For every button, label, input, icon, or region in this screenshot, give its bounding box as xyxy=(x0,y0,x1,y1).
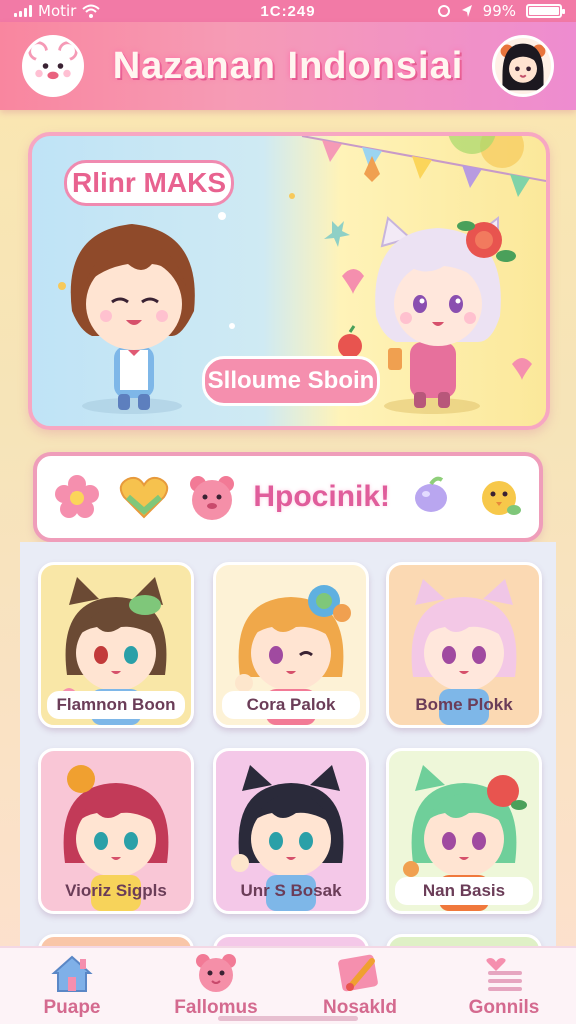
nav-label: Puape xyxy=(43,997,101,1018)
alarm-icon xyxy=(437,5,450,17)
wifi-icon xyxy=(82,4,101,18)
bear-face-icon[interactable] xyxy=(186,471,238,523)
category-bar: Hpocinik! xyxy=(33,452,543,542)
bottom-nav: Puape Fallomus Nosakld Gonnils xyxy=(0,946,576,1024)
app-title: Nazanan Indonsiai xyxy=(112,44,464,87)
nav-label: Gonnils xyxy=(468,997,540,1018)
nav-item-home[interactable]: Puape xyxy=(12,953,132,1019)
character-card[interactable]: Cora Palok xyxy=(213,562,369,728)
bear-avatar-icon[interactable] xyxy=(22,35,84,97)
category-title: Hpocinik! xyxy=(253,480,391,513)
flower-icon[interactable] xyxy=(51,471,103,523)
character-name: Flamnon Boon xyxy=(47,691,185,719)
banner-cta-bubble[interactable]: Slloume Sboin xyxy=(202,356,380,406)
character-grid: Flamnon Boon Cora Palok Bome Plokk Viori… xyxy=(20,542,556,974)
signal-icon xyxy=(14,5,32,17)
character-name: Cora Palok xyxy=(222,691,360,719)
character-name: Bome Plokk xyxy=(415,695,513,714)
bear-face-icon xyxy=(196,954,236,992)
character-name: Vioriz Sigpls xyxy=(65,881,167,900)
battery-icon xyxy=(526,4,565,18)
app-header: Nazanan Indonsiai xyxy=(0,22,576,110)
brush-icon xyxy=(338,954,378,992)
character-card[interactable]: Bome Plokk xyxy=(386,562,542,728)
carrier-label: Motir xyxy=(38,2,77,20)
home-icon xyxy=(51,955,93,992)
girl-profile-avatar-icon[interactable] xyxy=(492,35,554,97)
banner-headline-bubble: Rlinr MAKS xyxy=(64,160,234,206)
status-time: 1C:249 xyxy=(260,2,316,20)
candy-icon[interactable] xyxy=(405,471,457,523)
nav-item-favorites[interactable]: Fallomus xyxy=(156,953,276,1019)
nav-item-menu[interactable]: Gonnils xyxy=(444,953,564,1019)
heart-icon[interactable] xyxy=(118,471,170,523)
nav-item-create[interactable]: Nosakld xyxy=(300,953,420,1019)
character-card[interactable]: Nan Basis xyxy=(386,748,542,914)
character-card[interactable]: Unr S Bosak xyxy=(213,748,369,914)
battery-label: 99% xyxy=(482,2,516,20)
featured-banner[interactable]: Rlinr MAKS Slloume Sboin xyxy=(28,132,550,430)
character-name: Nan Basis xyxy=(395,877,533,905)
status-bar: Motir 1C:249 99% xyxy=(0,0,576,22)
character-card[interactable]: Vioriz Sigpls xyxy=(38,748,194,914)
character-name: Unr S Bosak xyxy=(240,881,342,900)
menu-heart-icon xyxy=(486,958,522,991)
home-indicator[interactable] xyxy=(218,1016,358,1021)
location-icon xyxy=(461,5,472,17)
chick-icon[interactable] xyxy=(473,471,525,523)
character-card[interactable]: Flamnon Boon xyxy=(38,562,194,728)
